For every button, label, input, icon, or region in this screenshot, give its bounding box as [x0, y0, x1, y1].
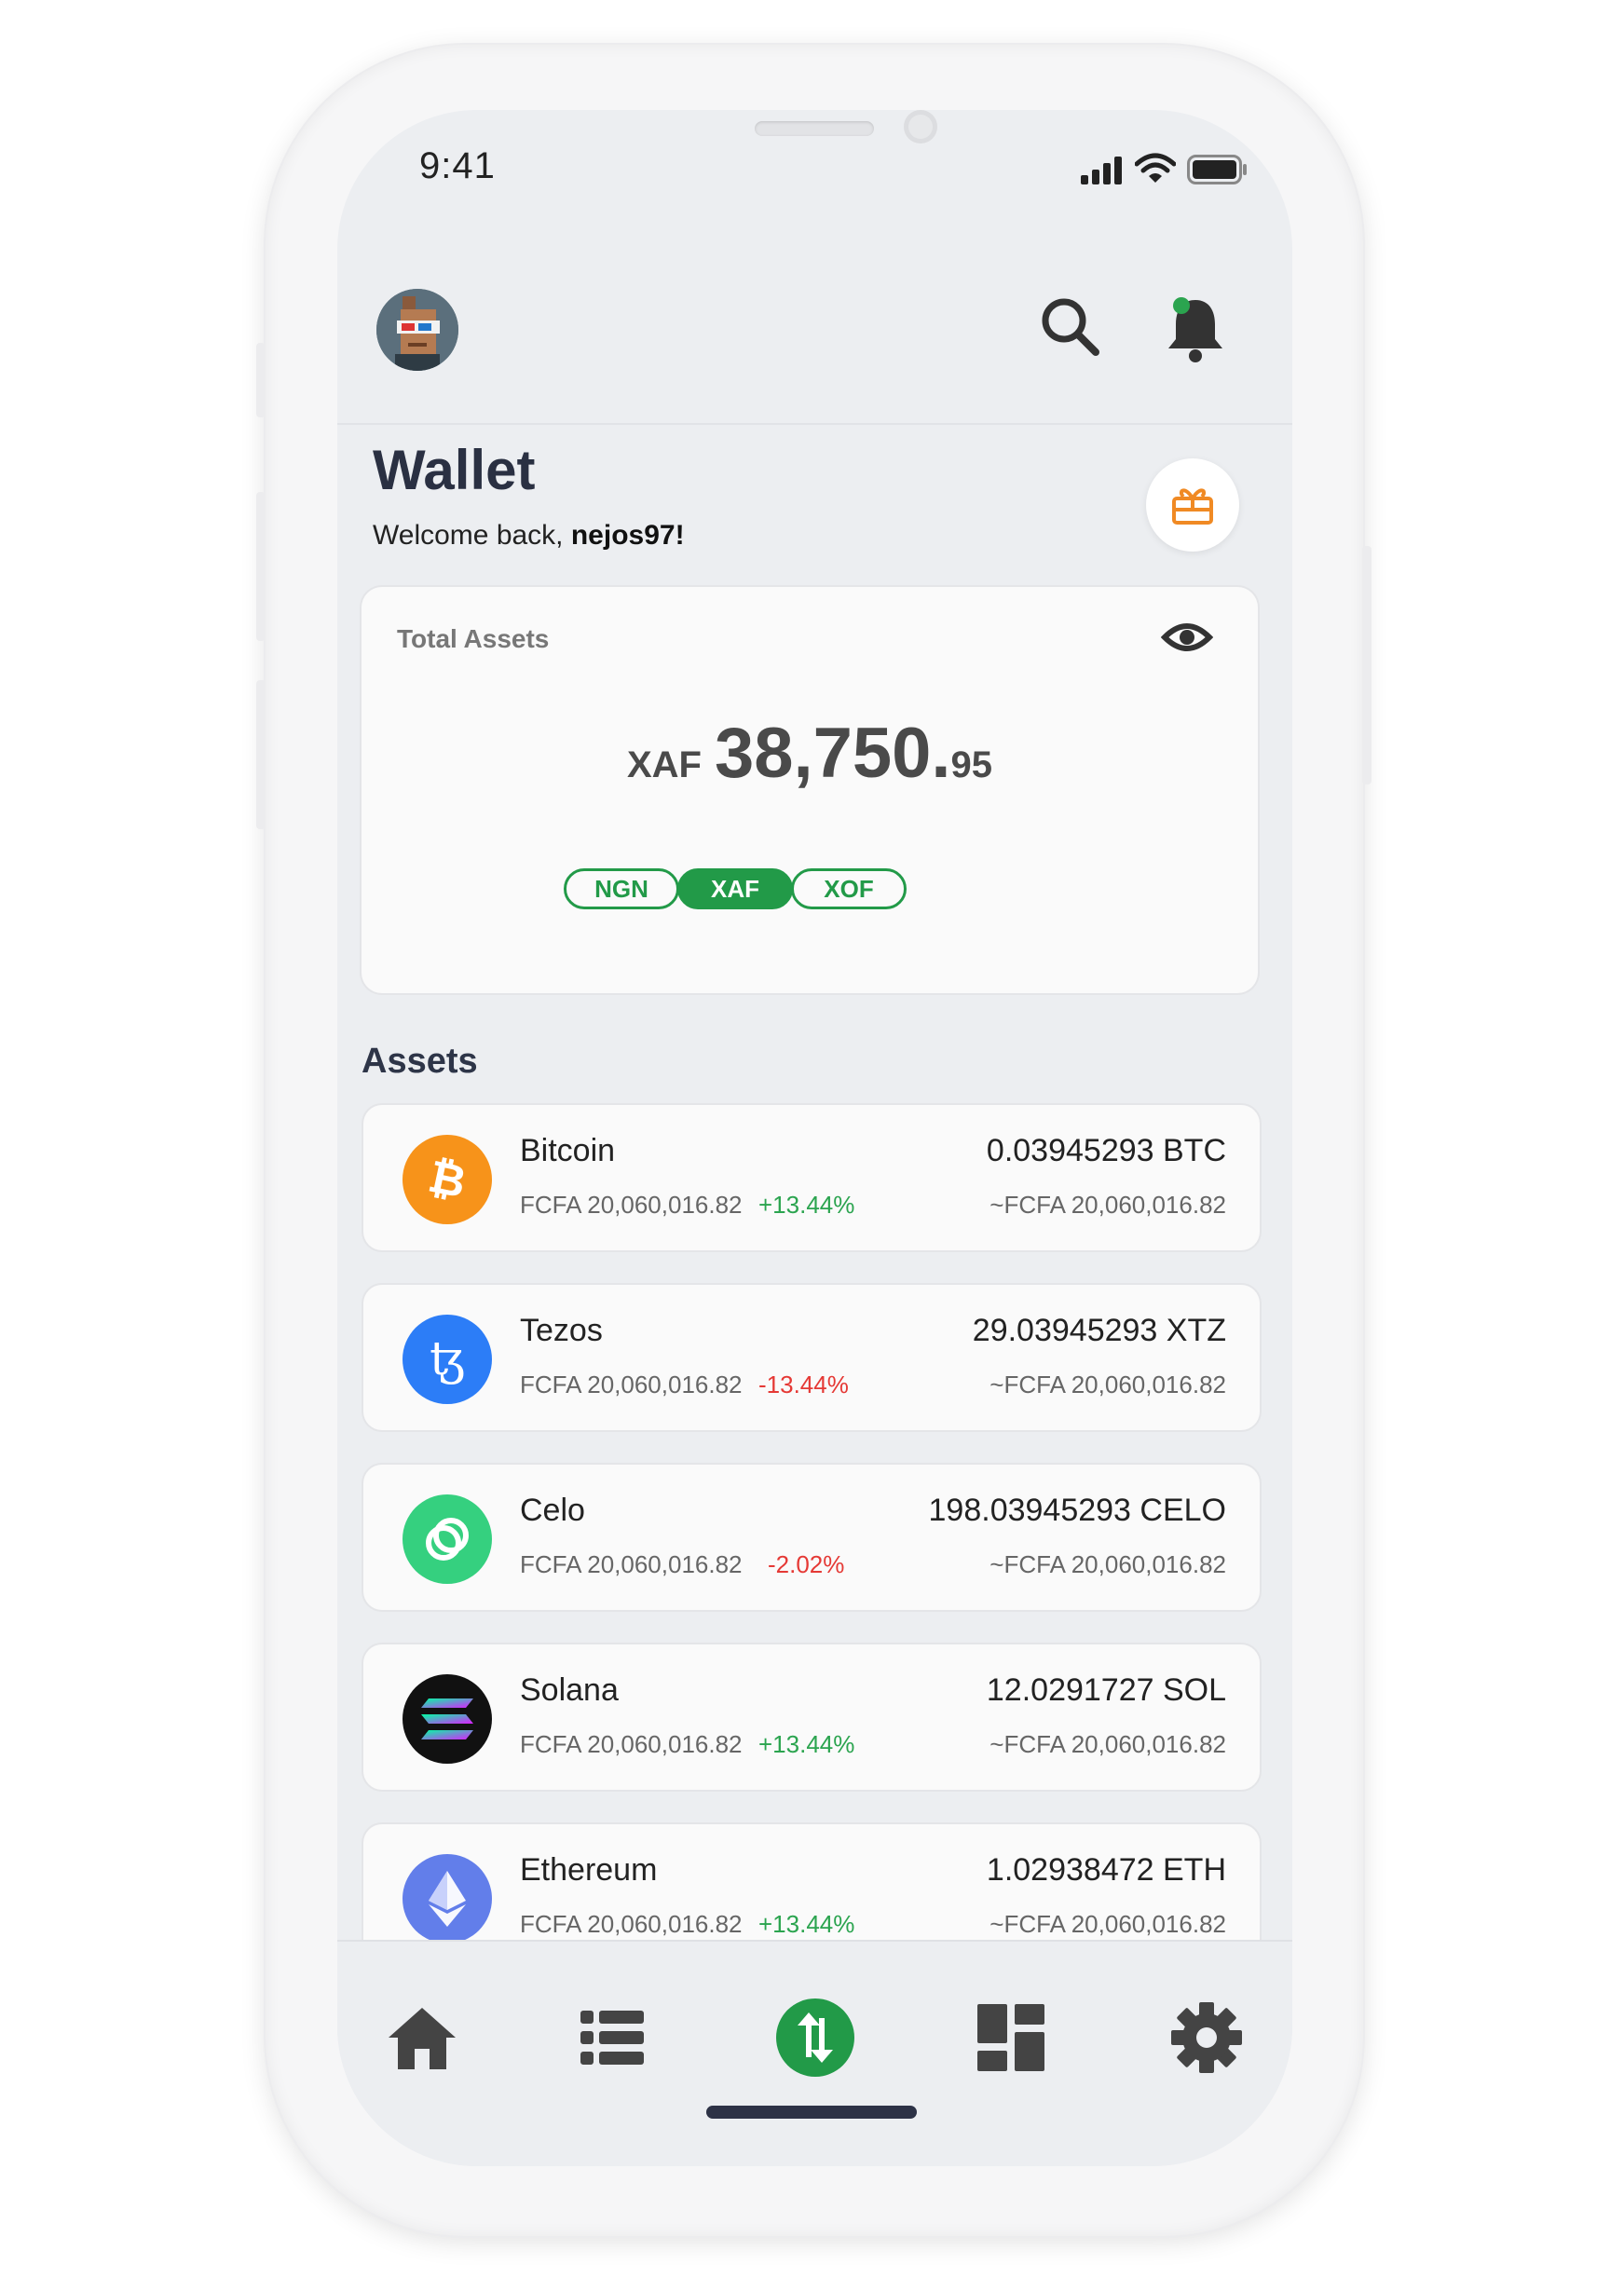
header-divider — [337, 423, 1292, 425]
asset-row-celo[interactable]: Celo FCFA 20,060,016.82 -2.02% 198.03945… — [363, 1465, 1260, 1610]
side-button-power — [1362, 546, 1372, 784]
svg-text:₿: ₿ — [424, 1152, 471, 1207]
asset-amount: 12.0291727 SOL — [986, 1672, 1226, 1708]
asset-fiat-value: FCFA 20,060,016.82 — [520, 1371, 743, 1398]
asset-approx-value: ~FCFA 20,060,016.82 — [989, 1371, 1226, 1398]
asset-amount: 29.03945293 XTZ — [972, 1313, 1226, 1348]
total-balance: XAF 38,750.95 — [362, 713, 1258, 794]
asset-name: Ethereum — [520, 1852, 658, 1888]
swap-icon[interactable] — [773, 1996, 857, 2080]
balance-currency: XAF — [626, 744, 702, 785]
asset-row-bitcoin[interactable]: ₿ Bitcoin FCFA 20,060,016.82 +13.44% 0.0… — [363, 1105, 1260, 1250]
home-indicator[interactable] — [706, 2106, 917, 2119]
svg-text:ꜩ: ꜩ — [430, 1331, 465, 1385]
battery-icon — [1187, 155, 1249, 189]
asset-row-solana[interactable]: Solana FCFA 20,060,016.82 +13.44% 12.029… — [363, 1644, 1260, 1790]
asset-fiat-value: FCFA 20,060,016.82 — [520, 1550, 743, 1578]
home-icon[interactable] — [380, 1996, 464, 2080]
username: nejos97! — [570, 520, 685, 551]
bottom-nav — [337, 1940, 1292, 2166]
tezos-icon: ꜩ — [403, 1315, 492, 1404]
asset-name: Celo — [520, 1493, 585, 1528]
asset-row-tezos[interactable]: ꜩ Tezos FCFA 20,060,016.82 -13.44% 29.03… — [363, 1285, 1260, 1430]
gift-icon — [1172, 488, 1213, 525]
bitcoin-icon: ₿ — [403, 1135, 492, 1224]
currency-chip-xaf[interactable]: XAF — [677, 868, 793, 909]
user-avatar[interactable] — [376, 289, 458, 371]
list-icon[interactable] — [570, 1996, 654, 2080]
eye-icon[interactable] — [1160, 619, 1214, 661]
asset-amount: 198.03945293 CELO — [928, 1493, 1226, 1528]
phone-screen: 9:41 Wallet Welcome back, nejos97! Total… — [337, 110, 1292, 2166]
side-button-volume-up — [256, 492, 266, 641]
total-assets-card: Total Assets XAF 38,750.95 NGN XAF XOF — [362, 587, 1258, 993]
currency-chip-ngn[interactable]: NGN — [564, 868, 679, 909]
balance-main: 38,750. — [714, 714, 951, 793]
total-assets-label: Total Assets — [397, 624, 550, 653]
asset-change: -13.44% — [758, 1371, 849, 1398]
assets-heading: Assets — [362, 1042, 478, 1081]
asset-name: Tezos — [520, 1313, 603, 1348]
side-button-silent — [256, 343, 266, 417]
signal-icon — [1079, 155, 1124, 189]
ethereum-icon — [403, 1854, 492, 1944]
search-icon[interactable] — [1038, 294, 1103, 364]
asset-approx-value: ~FCFA 20,060,016.82 — [989, 1550, 1226, 1578]
gift-button[interactable] — [1146, 458, 1239, 552]
asset-approx-value: ~FCFA 20,060,016.82 — [989, 1910, 1226, 1938]
welcome-prefix: Welcome back, — [373, 520, 571, 551]
solana-icon — [403, 1674, 492, 1764]
asset-fiat-value: FCFA 20,060,016.82 — [520, 1191, 743, 1219]
balance-cents: 95 — [950, 744, 993, 785]
notification-bell-icon[interactable] — [1163, 293, 1228, 372]
asset-approx-value: ~FCFA 20,060,016.82 — [989, 1730, 1226, 1758]
speaker-grille — [755, 121, 874, 136]
page-title: Wallet — [373, 439, 536, 501]
currency-chip-xof[interactable]: XOF — [791, 868, 907, 909]
asset-amount: 0.03945293 BTC — [986, 1133, 1226, 1168]
asset-fiat-value: FCFA 20,060,016.82 — [520, 1910, 743, 1938]
status-time: 9:41 — [419, 145, 496, 186]
asset-fiat-value: FCFA 20,060,016.82 — [520, 1730, 743, 1758]
celo-icon — [403, 1494, 492, 1584]
asset-amount: 1.02938472 ETH — [986, 1852, 1226, 1888]
asset-change: +13.44% — [758, 1910, 855, 1938]
asset-change: +13.44% — [758, 1730, 855, 1758]
asset-name: Solana — [520, 1672, 619, 1708]
asset-name: Bitcoin — [520, 1133, 616, 1168]
wifi-icon — [1134, 153, 1177, 189]
dashboard-icon[interactable] — [969, 1996, 1053, 2080]
welcome-message: Welcome back, nejos97! — [373, 520, 685, 552]
asset-approx-value: ~FCFA 20,060,016.82 — [989, 1191, 1226, 1219]
front-camera — [904, 110, 937, 143]
asset-change: +13.44% — [758, 1191, 855, 1219]
asset-change: -2.02% — [768, 1550, 845, 1578]
settings-icon[interactable] — [1165, 1996, 1249, 2080]
side-button-volume-down — [256, 680, 266, 829]
